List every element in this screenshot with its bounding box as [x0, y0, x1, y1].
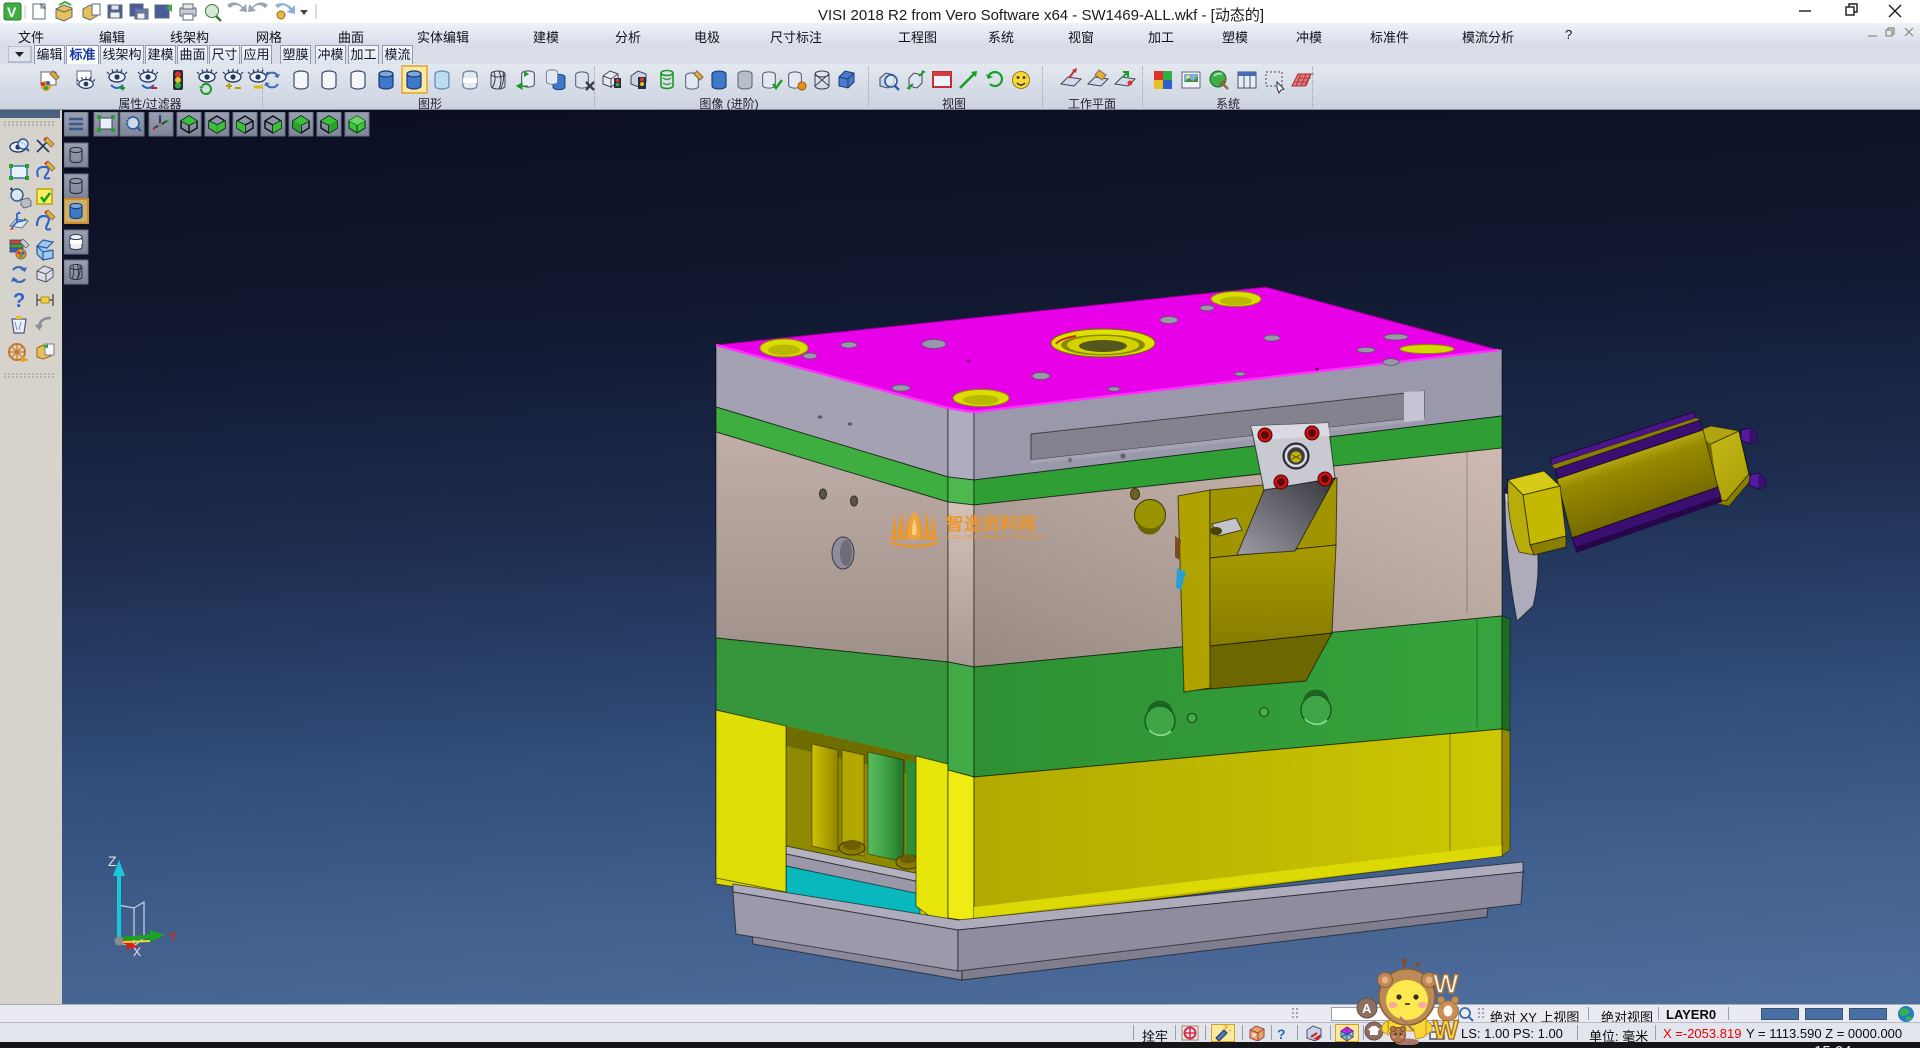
svg-text:X: X [133, 945, 141, 959]
svg-text:Z: Z [108, 853, 117, 869]
svg-text:A: A [1362, 1001, 1372, 1016]
svg-text:Y: Y [168, 928, 178, 944]
svg-text:INTELLIGENT MANUFACTURING DATA: INTELLIGENT MANUFACTURING DATA [946, 535, 1045, 541]
svg-text:智造资料网: 智造资料网 [946, 514, 1036, 534]
svg-text:W: W [1433, 969, 1459, 999]
svg-text:W: W [1433, 1015, 1459, 1045]
